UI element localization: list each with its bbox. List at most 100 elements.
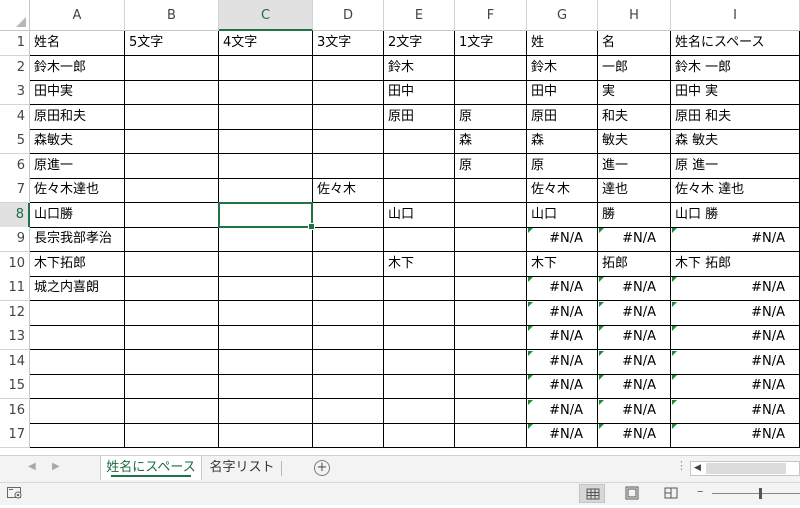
- cell-D6[interactable]: [313, 154, 384, 179]
- row-header-12[interactable]: 12: [0, 301, 30, 326]
- cell-A2[interactable]: 鈴木一郎: [30, 56, 125, 81]
- cell-E17[interactable]: [384, 423, 455, 448]
- cell-E9[interactable]: [384, 227, 455, 252]
- cell-A15[interactable]: [30, 374, 125, 399]
- cell-G16[interactable]: #N/A: [527, 399, 598, 424]
- cell-C12[interactable]: [219, 301, 313, 326]
- cell-E4[interactable]: 原田: [384, 105, 455, 130]
- cell-H10[interactable]: 拓郎: [598, 252, 671, 277]
- cell-C10[interactable]: [219, 252, 313, 277]
- cell-H6[interactable]: 進一: [598, 154, 671, 179]
- cell-H13[interactable]: #N/A: [598, 325, 671, 350]
- cell-C1[interactable]: 4文字: [219, 31, 313, 56]
- cell-G5[interactable]: 森: [527, 129, 598, 154]
- row-header-16[interactable]: 16: [0, 399, 30, 424]
- macro-record-icon[interactable]: [7, 486, 23, 500]
- cell-B4[interactable]: [125, 105, 219, 130]
- cell-F3[interactable]: [455, 80, 527, 105]
- cell-F4[interactable]: 原: [455, 105, 527, 130]
- cell-E1[interactable]: 2文字: [384, 31, 455, 56]
- cell-A9[interactable]: 長宗我部孝治: [30, 227, 125, 252]
- page-layout-view-button[interactable]: [619, 484, 645, 503]
- cell-I5[interactable]: 森 敏夫: [671, 129, 800, 154]
- cell-H17[interactable]: #N/A: [598, 423, 671, 448]
- column-header-C[interactable]: C: [219, 0, 313, 31]
- cell-F5[interactable]: 森: [455, 129, 527, 154]
- cell-I10[interactable]: 木下 拓郎: [671, 252, 800, 277]
- cell-D15[interactable]: [313, 374, 384, 399]
- row-header-3[interactable]: 3: [0, 80, 30, 105]
- row-header-7[interactable]: 7: [0, 178, 30, 203]
- cell-D3[interactable]: [313, 80, 384, 105]
- cell-B2[interactable]: [125, 56, 219, 81]
- cell-D1[interactable]: 3文字: [313, 31, 384, 56]
- cell-B12[interactable]: [125, 301, 219, 326]
- cell-I15[interactable]: #N/A: [671, 374, 800, 399]
- column-header-B[interactable]: B: [125, 0, 219, 31]
- row-header-1[interactable]: 1: [0, 31, 30, 56]
- cell-I16[interactable]: #N/A: [671, 399, 800, 424]
- spreadsheet-grid[interactable]: A B C D E F G H I 1 姓名 5文字 4文字 3文字 2文字 1文字姓名姓名にスペース 2 鈴木一…: [0, 0, 800, 455]
- column-header-I[interactable]: I: [671, 0, 800, 31]
- cell-H4[interactable]: 和夫: [598, 105, 671, 130]
- cell-H8[interactable]: 勝: [598, 203, 671, 228]
- cell-G3[interactable]: 田中: [527, 80, 598, 105]
- cell-F15[interactable]: [455, 374, 527, 399]
- row-header-9[interactable]: 9: [0, 227, 30, 252]
- cell-D17[interactable]: [313, 423, 384, 448]
- cell-A3[interactable]: 田中実: [30, 80, 125, 105]
- cell-I13[interactable]: #N/A: [671, 325, 800, 350]
- cell-B8[interactable]: [125, 203, 219, 228]
- cell-B10[interactable]: [125, 252, 219, 277]
- cell-G12[interactable]: #N/A: [527, 301, 598, 326]
- column-header-E[interactable]: E: [384, 0, 455, 31]
- triangle-right-icon[interactable]: ▶: [52, 461, 60, 472]
- tab-split-handle[interactable]: ⋮: [676, 459, 687, 472]
- cell-C9[interactable]: [219, 227, 313, 252]
- column-header-F[interactable]: F: [455, 0, 527, 31]
- column-header-A[interactable]: A: [30, 0, 125, 31]
- cell-A11[interactable]: 城之内喜朗: [30, 276, 125, 301]
- column-header-D[interactable]: D: [313, 0, 384, 31]
- scroll-left-icon[interactable]: ◀: [694, 463, 701, 473]
- cell-C16[interactable]: [219, 399, 313, 424]
- cell-H5[interactable]: 敏夫: [598, 129, 671, 154]
- cell-C14[interactable]: [219, 350, 313, 375]
- cell-I7[interactable]: 佐々木 達也: [671, 178, 800, 203]
- cell-F11[interactable]: [455, 276, 527, 301]
- cell-F6[interactable]: 原: [455, 154, 527, 179]
- cell-C2[interactable]: [219, 56, 313, 81]
- cell-B17[interactable]: [125, 423, 219, 448]
- add-sheet-button[interactable]: +: [314, 460, 330, 476]
- cell-G13[interactable]: #N/A: [527, 325, 598, 350]
- cell-C3[interactable]: [219, 80, 313, 105]
- cell-A16[interactable]: [30, 399, 125, 424]
- cell-B3[interactable]: [125, 80, 219, 105]
- cell-F2[interactable]: [455, 56, 527, 81]
- cell-F16[interactable]: [455, 399, 527, 424]
- cell-H7[interactable]: 達也: [598, 178, 671, 203]
- cell-G6[interactable]: 原: [527, 154, 598, 179]
- row-header-10[interactable]: 10: [0, 252, 30, 277]
- zoom-slider-thumb[interactable]: [759, 488, 762, 499]
- triangle-left-icon[interactable]: ◀: [28, 461, 36, 472]
- cell-G8[interactable]: 山口: [527, 203, 598, 228]
- cell-E7[interactable]: [384, 178, 455, 203]
- cell-A8[interactable]: 山口勝: [30, 203, 125, 228]
- row-header-2[interactable]: 2: [0, 56, 30, 81]
- cell-H9[interactable]: #N/A: [598, 227, 671, 252]
- row-header-4[interactable]: 4: [0, 105, 30, 130]
- cell-H1[interactable]: 名: [598, 31, 671, 56]
- cell-I4[interactable]: 原田 和夫: [671, 105, 800, 130]
- cell-G1[interactable]: 姓: [527, 31, 598, 56]
- zoom-out-button[interactable]: –: [697, 484, 704, 499]
- cell-C4[interactable]: [219, 105, 313, 130]
- cell-E8[interactable]: 山口: [384, 203, 455, 228]
- cell-B5[interactable]: [125, 129, 219, 154]
- cell-G11[interactable]: #N/A: [527, 276, 598, 301]
- cell-E10[interactable]: 木下: [384, 252, 455, 277]
- cell-F10[interactable]: [455, 252, 527, 277]
- cell-B1[interactable]: 5文字: [125, 31, 219, 56]
- cell-G2[interactable]: 鈴木: [527, 56, 598, 81]
- row-header-14[interactable]: 14: [0, 350, 30, 375]
